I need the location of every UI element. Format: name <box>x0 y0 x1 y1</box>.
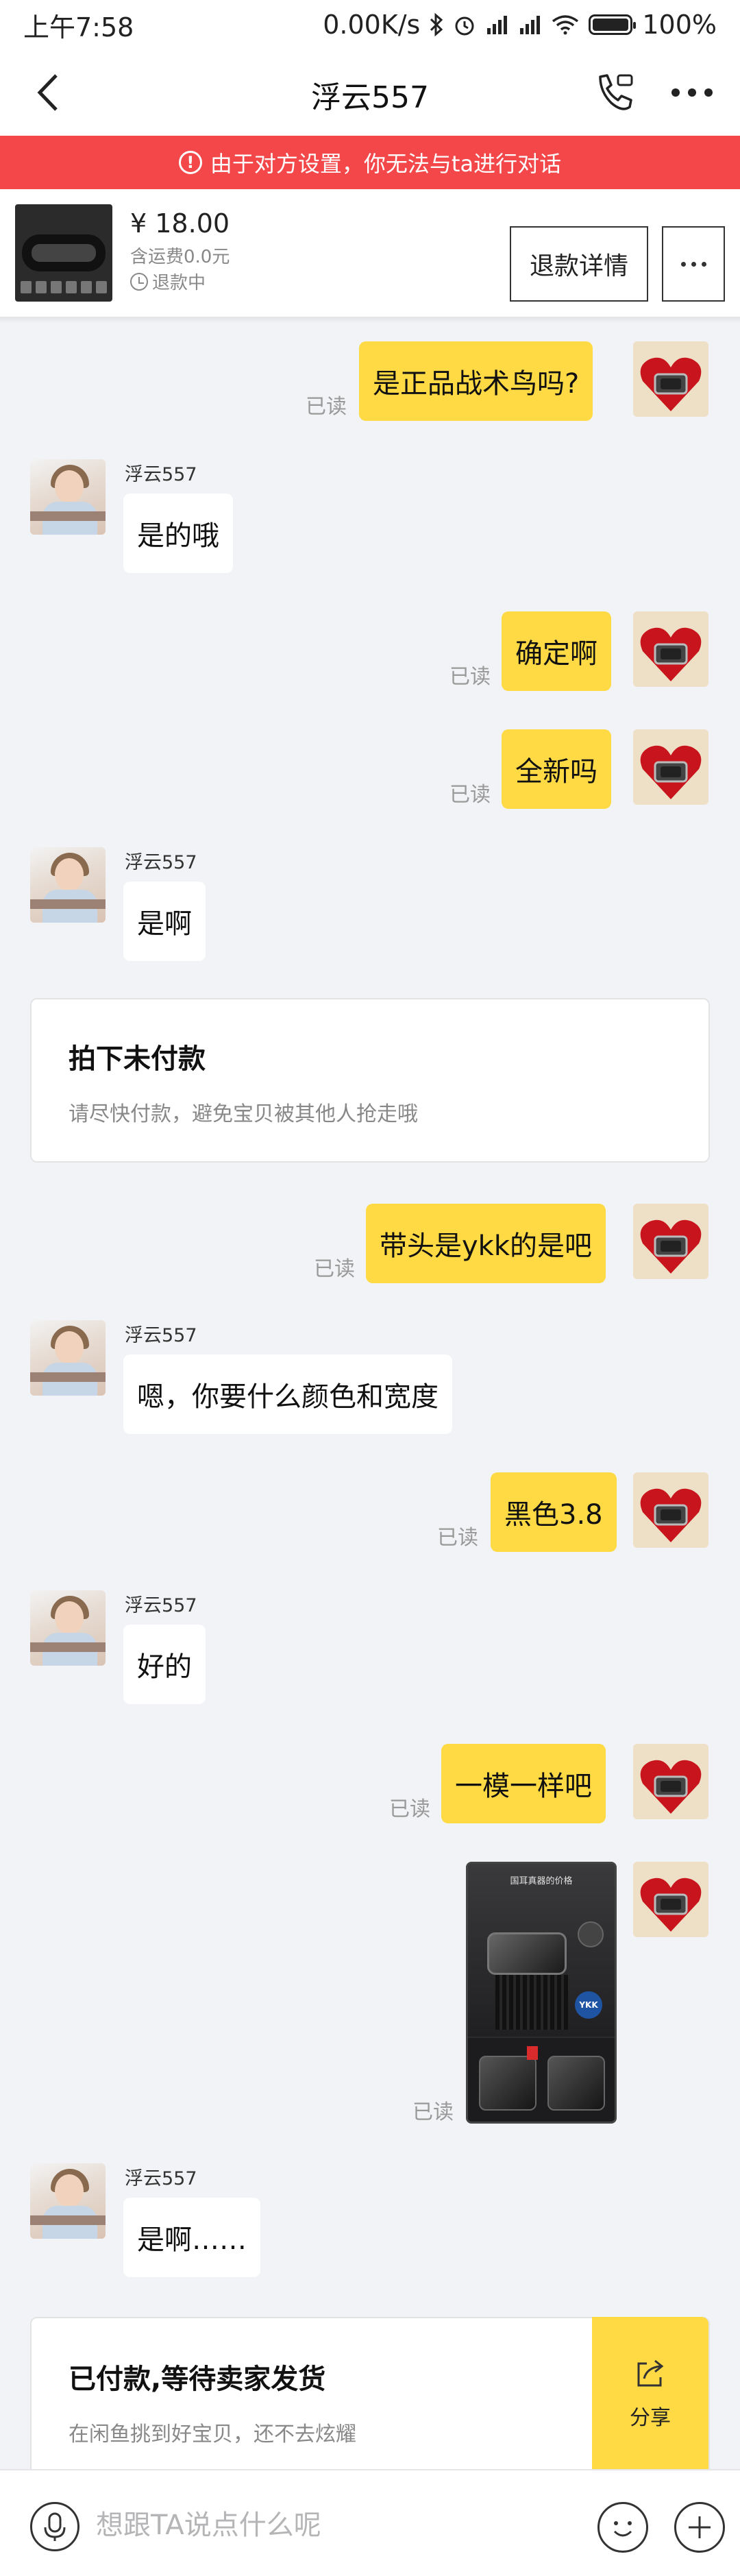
ykk-badge: YKK <box>575 1991 602 2019</box>
heart-avatar-icon <box>640 357 702 411</box>
product-thumbnail[interactable] <box>15 204 112 302</box>
contact-avatar[interactable] <box>30 2163 106 2239</box>
more-dot-icon <box>691 261 696 267</box>
belt-image <box>22 234 106 271</box>
product-bar[interactable]: ¥ 18.00 含运费0.0元 退款中 退款详情 <box>0 189 740 317</box>
sender-name: 浮云557 <box>125 852 197 873</box>
heart-avatar-icon <box>640 745 702 799</box>
refund-details-button[interactable]: 退款详情 <box>510 226 648 302</box>
add-button[interactable] <box>674 2502 725 2553</box>
plus-icon <box>689 2516 711 2538</box>
message-bubble[interactable]: 黑色3.8 <box>491 1472 617 1552</box>
product-price: ¥ 18.00 <box>130 208 230 239</box>
my-avatar[interactable] <box>633 1862 708 1937</box>
more-dot-icon <box>704 88 713 97</box>
warning-icon: ! <box>178 151 202 174</box>
heart-avatar-icon <box>640 1878 702 1932</box>
battery-percent: 100% <box>642 10 717 40</box>
chevron-left-icon <box>37 74 58 111</box>
sender-name: 浮云557 <box>125 2168 197 2189</box>
my-avatar[interactable] <box>633 729 708 805</box>
sender-name: 浮云557 <box>125 464 197 485</box>
message-input[interactable] <box>96 2498 576 2553</box>
message-bubble[interactable]: 好的 <box>123 1625 206 1704</box>
my-avatar[interactable] <box>633 1204 708 1279</box>
clock-icon <box>130 272 148 291</box>
contact-avatar[interactable] <box>30 459 106 535</box>
read-receipt: 已读 <box>412 2100 454 2124</box>
product-status-text: 退款中 <box>152 273 206 293</box>
status-time: 上午7:58 <box>23 12 134 42</box>
my-avatar[interactable] <box>633 1744 708 1819</box>
read-receipt: 已读 <box>389 1797 430 1821</box>
more-dot-icon <box>701 261 706 267</box>
my-avatar[interactable] <box>633 611 708 687</box>
nav-bar: 浮云557 <box>0 49 740 136</box>
input-bar <box>0 2469 740 2576</box>
contact-avatar[interactable] <box>30 1590 106 1666</box>
product-more-button[interactable] <box>662 226 725 302</box>
share-icon <box>637 2359 664 2387</box>
image-message[interactable]: 国耳真器的价格 YKK <box>466 1862 617 2124</box>
my-avatar[interactable] <box>633 1472 708 1548</box>
message-bubble[interactable]: 嗯，你要什么颜色和宽度 <box>123 1354 452 1434</box>
contact-avatar[interactable] <box>30 847 106 923</box>
message-bubble[interactable]: 全新吗 <box>502 729 611 809</box>
read-receipt: 已读 <box>449 665 491 689</box>
battery-icon <box>589 14 637 35</box>
heart-avatar-icon <box>640 1488 702 1542</box>
card-title: 已付款,等待卖家发货 <box>69 2364 326 2395</box>
order-status-card-unpaid[interactable]: 拍下未付款 请尽快付款，避免宝贝被其他人抢走哦 <box>30 998 710 1163</box>
phone-icon <box>599 74 633 110</box>
read-receipt: 已读 <box>449 783 491 807</box>
message-bubble[interactable]: 是正品战术鸟吗? <box>359 341 593 421</box>
banner-text: 由于对方设置，你无法与ta进行对话 <box>210 151 562 177</box>
heart-avatar-icon <box>640 1219 702 1274</box>
alarm-icon <box>455 16 474 36</box>
network-speed: 0.00K/s <box>323 10 421 40</box>
image-heading: 国耳真器的价格 <box>510 1876 573 1886</box>
belt-buckle-image <box>487 1932 567 1975</box>
read-receipt: 已读 <box>314 1257 355 1281</box>
signal-icon <box>487 16 508 34</box>
more-dot-icon <box>680 261 686 267</box>
more-button[interactable] <box>661 70 724 115</box>
sender-name: 浮云557 <box>125 1325 197 1346</box>
smiley-icon <box>613 2521 632 2537</box>
message-bubble[interactable]: 是啊…… <box>123 2198 260 2277</box>
product-shipping: 含运费0.0元 <box>130 247 230 267</box>
more-dot-icon <box>688 88 696 97</box>
emoji-button[interactable] <box>597 2502 648 2553</box>
microphone-icon <box>44 2512 66 2541</box>
message-bubble[interactable]: 是的哦 <box>123 494 233 573</box>
card-subtitle: 在闲鱼挑到好宝贝，还不去炫耀 <box>69 2422 356 2446</box>
bluetooth-icon <box>430 13 443 36</box>
blocked-banner: ! 由于对方设置，你无法与ta进行对话 <box>0 136 740 189</box>
call-button[interactable] <box>592 70 637 115</box>
status-bar: 上午7:58 0.00K/s 100% <box>0 0 740 49</box>
voice-button[interactable] <box>30 2502 79 2551</box>
read-receipt: 已读 <box>306 395 347 419</box>
read-receipt: 已读 <box>437 1526 478 1550</box>
share-button[interactable]: 分享 <box>592 2317 708 2470</box>
contact-avatar[interactable] <box>30 1320 106 1396</box>
product-status: 退款中 <box>130 269 206 294</box>
share-label: 分享 <box>630 2406 671 2430</box>
card-title: 拍下未付款 <box>69 1043 206 1075</box>
more-dot-icon <box>671 88 680 97</box>
signal-icon-2 <box>520 16 541 34</box>
message-bubble[interactable]: 确定啊 <box>502 611 611 691</box>
wifi-icon <box>552 15 579 35</box>
card-subtitle: 请尽快付款，避免宝贝被其他人抢走哦 <box>69 1102 418 1126</box>
back-button[interactable] <box>29 69 70 117</box>
heart-avatar-icon <box>640 627 702 681</box>
message-bubble[interactable]: 是啊 <box>123 882 206 961</box>
message-bubble[interactable]: 一模一样吧 <box>441 1744 606 1823</box>
heart-avatar-icon <box>640 1760 702 1814</box>
my-avatar[interactable] <box>633 341 708 417</box>
sender-name: 浮云557 <box>125 1595 197 1616</box>
message-bubble[interactable]: 带头是ykk的是吧 <box>366 1204 606 1283</box>
